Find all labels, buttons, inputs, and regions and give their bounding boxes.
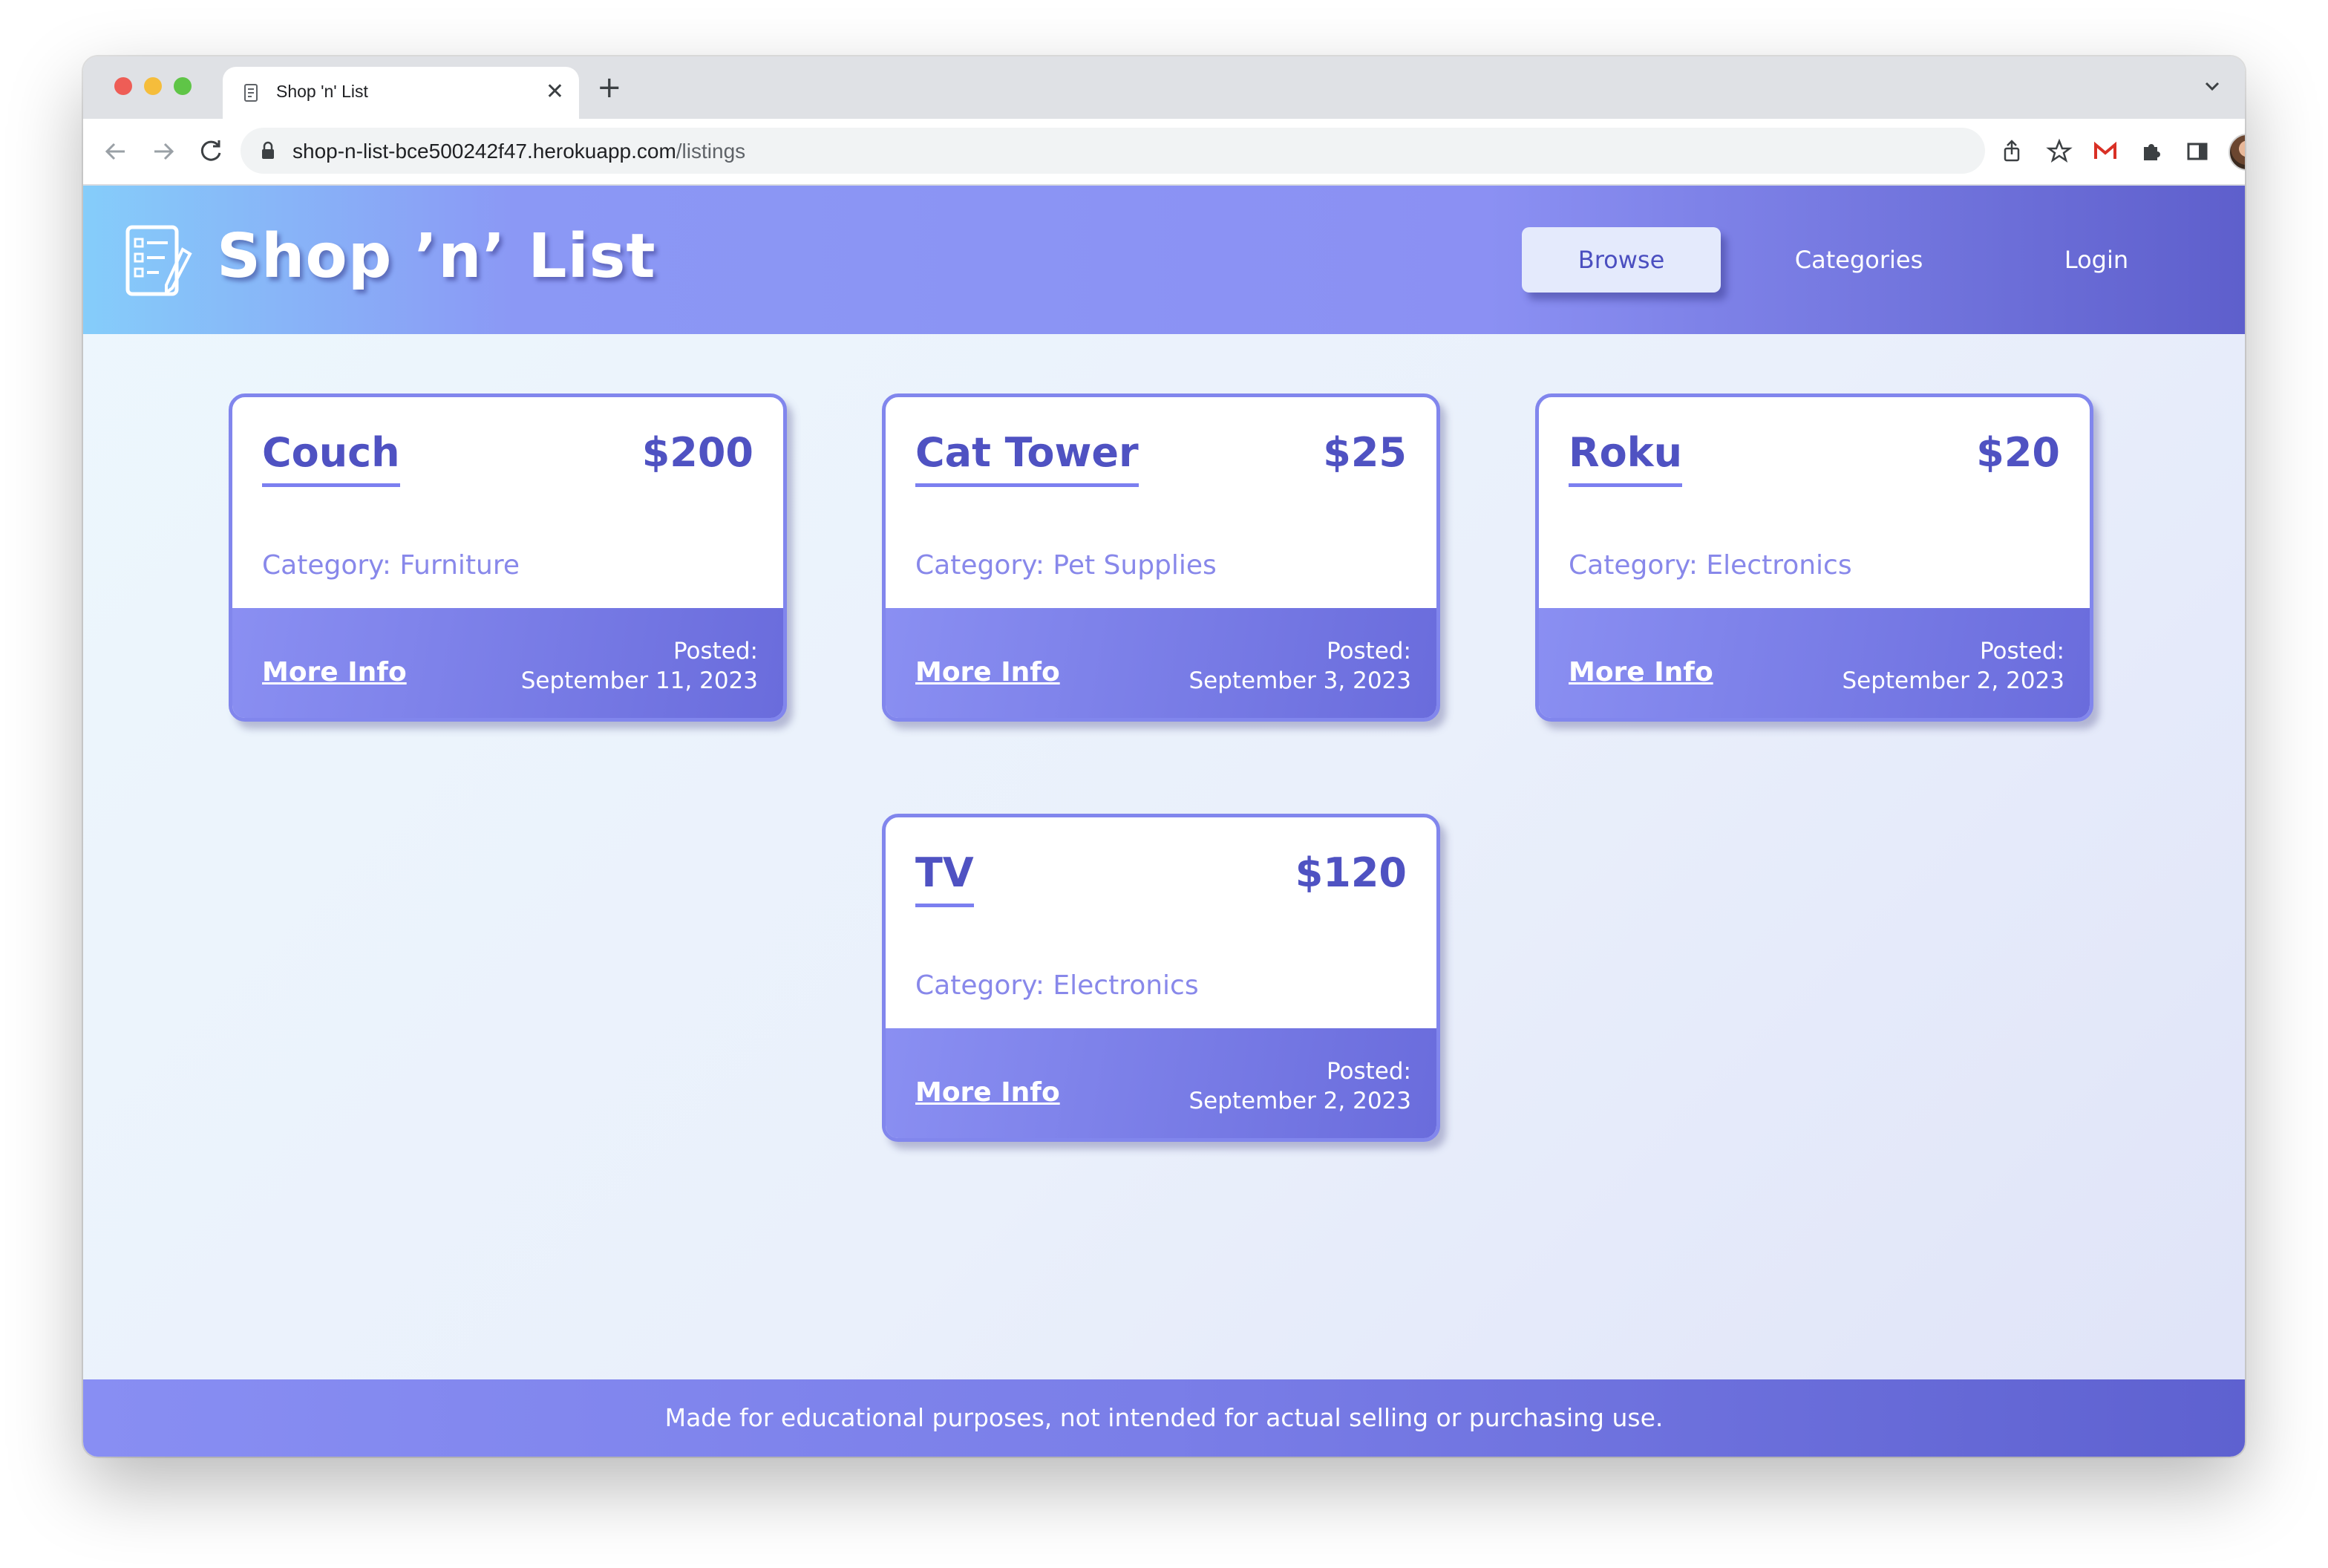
extensions-puzzle-icon[interactable]: [2135, 135, 2168, 168]
profile-avatar[interactable]: [2229, 134, 2245, 171]
listing-card-footer: More Info Posted: September 3, 2023: [886, 608, 1436, 718]
brand-title[interactable]: Shop ’n’ List: [217, 221, 656, 292]
share-icon[interactable]: [1995, 135, 2028, 168]
listing-title: Cat Tower: [915, 430, 1139, 487]
listing-price: $200: [641, 429, 753, 476]
browser-tab[interactable]: Shop 'n' List ✕: [223, 67, 579, 119]
checklist-logo-icon[interactable]: [125, 224, 193, 298]
page-content: Shop ’n’ List Browse Categories Login Co…: [83, 186, 2245, 1457]
more-info-link[interactable]: More Info: [915, 1077, 1060, 1108]
nav-login-button[interactable]: Login: [1997, 227, 2196, 293]
listing-card-footer: More Info Posted: September 2, 2023: [886, 1028, 1436, 1138]
listing-card: TV $120 Category: Electronics More Info …: [882, 814, 1440, 1142]
posted-date: September 11, 2023: [520, 667, 758, 694]
new-tab-icon[interactable]: +: [597, 73, 622, 102]
checklist-favicon-icon: [244, 84, 258, 102]
listing-card: Couch $200 Category: Furniture More Info…: [229, 393, 787, 722]
listing-price: $25: [1323, 429, 1407, 476]
listing-category: Category: Electronics: [1569, 550, 1852, 581]
posted-info: Posted: September 3, 2023: [1188, 636, 1411, 696]
tab-title: Shop 'n' List: [276, 82, 368, 101]
posted-label: Posted:: [1979, 638, 2064, 664]
bookmark-star-icon[interactable]: [2043, 135, 2076, 168]
close-window-button[interactable]: [114, 77, 132, 95]
posted-info: Posted: September 2, 2023: [1842, 636, 2064, 696]
posted-date: September 3, 2023: [1188, 667, 1411, 694]
maximize-window-button[interactable]: [174, 77, 192, 95]
posted-label: Posted:: [673, 638, 758, 664]
url-host: shop-n-list-bce500242f47.herokuapp.com: [292, 140, 676, 163]
gmail-icon[interactable]: [2089, 135, 2122, 168]
listing-card-footer: More Info Posted: September 2, 2023: [1539, 608, 2090, 718]
listing-title: Roku: [1569, 430, 1683, 487]
listing-title: TV: [915, 850, 974, 907]
site-footer: Made for educational purposes, not inten…: [83, 1379, 2245, 1457]
browser-window: Shop 'n' List ✕ + shop-n-list-bce500242f…: [83, 56, 2245, 1457]
posted-date: September 2, 2023: [1188, 1088, 1411, 1114]
lock-icon: [262, 141, 274, 159]
listing-card-footer: More Info Posted: September 11, 2023: [232, 608, 783, 718]
posted-label: Posted:: [1326, 638, 1411, 664]
minimize-window-button[interactable]: [144, 77, 162, 95]
nav-browse-button[interactable]: Browse: [1522, 227, 1721, 293]
tab-strip: Shop 'n' List ✕ +: [83, 56, 2245, 119]
back-arrow-icon[interactable]: [99, 135, 132, 168]
address-bar[interactable]: shop-n-list-bce500242f47.herokuapp.com/l…: [241, 128, 1985, 174]
listing-title: Couch: [262, 430, 400, 487]
url-path: /listings: [676, 140, 746, 163]
posted-info: Posted: September 2, 2023: [1188, 1056, 1411, 1116]
reload-icon[interactable]: [194, 135, 227, 168]
listing-category: Category: Furniture: [262, 550, 520, 581]
listing-price: $20: [1976, 429, 2060, 476]
listing-card: Cat Tower $25 Category: Pet Supplies Mor…: [882, 393, 1440, 722]
more-info-link[interactable]: More Info: [1569, 657, 1713, 687]
forward-arrow-icon[interactable]: [147, 135, 180, 168]
browser-toolbar: shop-n-list-bce500242f47.herokuapp.com/l…: [83, 119, 2245, 186]
more-info-link[interactable]: More Info: [915, 657, 1060, 687]
more-info-link[interactable]: More Info: [262, 657, 407, 687]
listing-price: $120: [1295, 849, 1407, 896]
posted-info: Posted: September 11, 2023: [521, 636, 758, 696]
nav-categories-button[interactable]: Categories: [1759, 227, 1958, 293]
tab-close-icon[interactable]: ✕: [546, 77, 564, 107]
chevron-down-icon[interactable]: [2197, 71, 2227, 101]
url-text: shop-n-list-bce500242f47.herokuapp.com/l…: [292, 140, 745, 163]
listing-category: Category: Electronics: [915, 970, 1199, 1001]
side-panel-icon[interactable]: [2181, 135, 2214, 168]
posted-date: September 2, 2023: [1842, 667, 2064, 694]
posted-label: Posted:: [1326, 1058, 1411, 1085]
listing-card: Roku $20 Category: Electronics More Info…: [1535, 393, 2093, 722]
site-header: Shop ’n’ List Browse Categories Login: [83, 186, 2245, 334]
listing-category: Category: Pet Supplies: [915, 550, 1217, 581]
